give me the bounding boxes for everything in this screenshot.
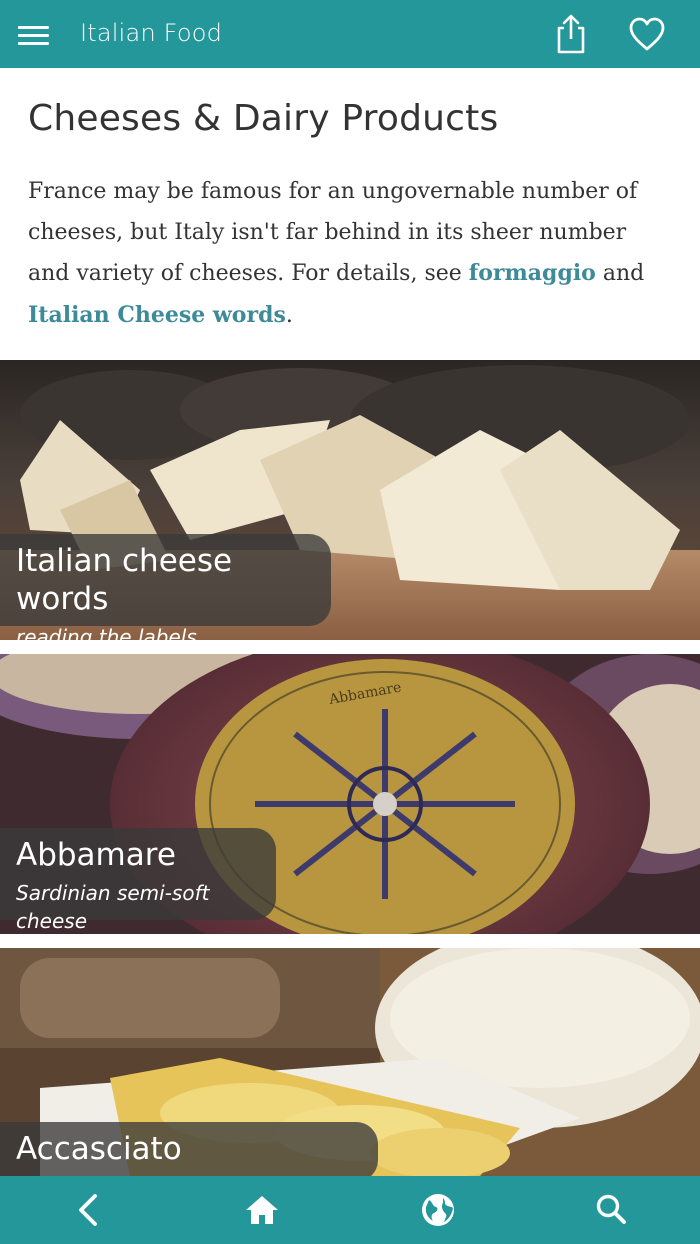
intro-paragraph: France may be famous for an ungovernable… [28, 172, 668, 336]
card-subtitle: reading the labels [16, 625, 197, 640]
card-title: Accasciato [16, 1131, 182, 1167]
top-app-bar: Italian Food [0, 0, 700, 68]
back-icon[interactable] [67, 1190, 109, 1230]
intro-text: and [595, 261, 645, 286]
hamburger-menu-icon[interactable] [14, 18, 54, 52]
content-area[interactable]: Cheeses & Dairy Products France may be f… [0, 68, 700, 1176]
share-icon[interactable] [551, 12, 591, 56]
card-italian-cheese-words[interactable]: Italian cheese words reading the labels [0, 360, 700, 640]
page-title: Cheeses & Dairy Products [28, 98, 499, 139]
app-title: Italian Food [80, 19, 223, 47]
card-title: Italian cheese words [16, 543, 233, 617]
heart-icon[interactable] [625, 14, 669, 54]
home-icon[interactable] [241, 1190, 283, 1230]
formaggio-link[interactable]: formaggio [469, 260, 596, 286]
card-subtitle: Sardinian semi-soft cheese [16, 881, 210, 933]
card-label: Abbamare Sardinian semi-soft cheese [0, 828, 276, 933]
card-label: Accasciato [0, 1122, 378, 1176]
card-title: Abbamare [16, 837, 176, 873]
card-label: Italian cheese words reading the labels [0, 534, 331, 640]
card-abbamare[interactable]: Abbamare Abbamare Sardinian semi-soft ch… [0, 654, 700, 934]
bottom-navigation-bar [0, 1176, 700, 1244]
italian-cheese-words-link[interactable]: Italian Cheese words [28, 302, 286, 328]
card-accasciato[interactable]: Accasciato [0, 948, 700, 1176]
intro-text: . [285, 302, 293, 328]
globe-icon[interactable] [417, 1190, 459, 1230]
search-icon[interactable] [591, 1190, 633, 1230]
